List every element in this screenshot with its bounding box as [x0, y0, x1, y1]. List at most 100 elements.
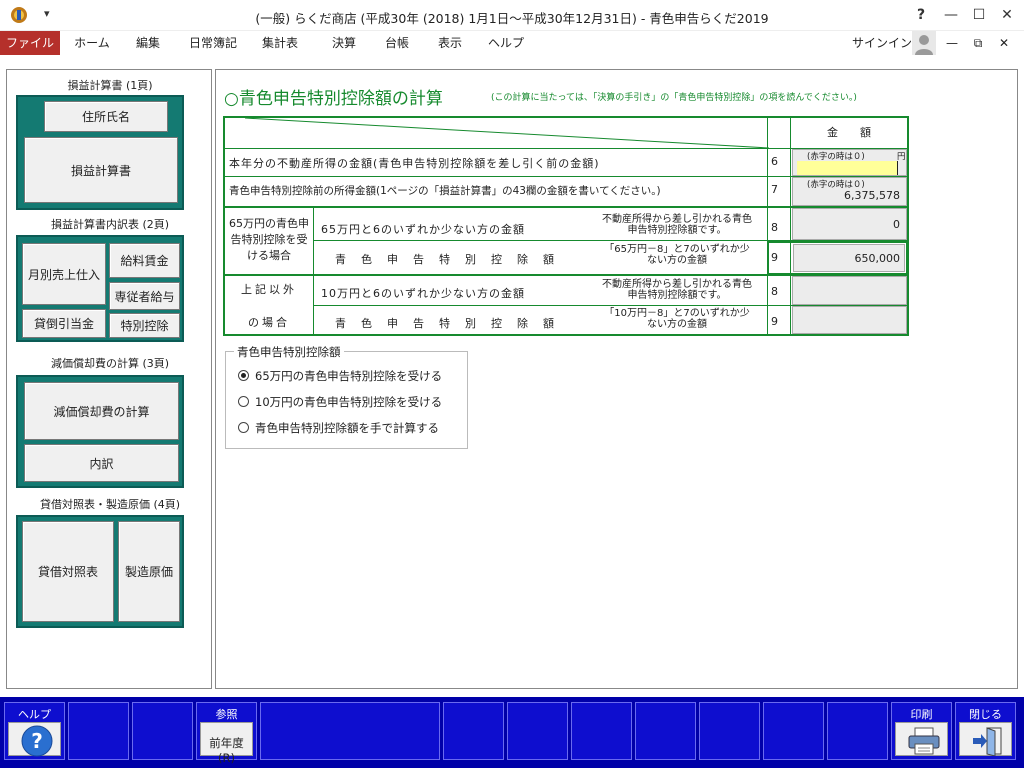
close-button[interactable]: ✕	[996, 5, 1018, 25]
fkey-slot-12[interactable]	[827, 702, 888, 760]
title-bar: ▾ (一般) らくだ商店 (平成30年 (2018) 1月1日～平成30年12月…	[0, 0, 1024, 31]
signin-link[interactable]: サインイン	[852, 31, 912, 55]
fkey-slot-6[interactable]	[443, 702, 504, 760]
header-diagonal	[244, 118, 769, 148]
income-statement-button[interactable]: 損益計算書	[24, 137, 178, 203]
ribbon-minimize-button[interactable]: —	[942, 31, 962, 55]
family-employee-salary-button[interactable]: 専従者給与	[109, 282, 180, 310]
section-title-balance-sheet: 貸借対照表・製造原価 (4頁)	[39, 498, 181, 511]
option-manual-row[interactable]: 青色申告特別控除額を手で計算する	[238, 420, 463, 436]
close-face[interactable]	[959, 722, 1012, 756]
section-box-income-statement: 住所氏名 損益計算書	[16, 95, 184, 210]
menu-ledger[interactable]: 台帳	[375, 31, 419, 55]
option-10-label[interactable]: 10万円の青色申告特別控除を受ける	[255, 394, 442, 410]
sidebar-panel: 損益計算書 (1頁) 住所氏名 損益計算書 損益計算書内訳表 (2頁) 月別売上…	[6, 69, 212, 689]
manufacturing-cost-button[interactable]: 製造原価	[118, 521, 180, 622]
row8b-amount-cell[interactable]	[792, 276, 907, 305]
avatar[interactable]	[912, 31, 936, 55]
printer-icon	[908, 727, 940, 755]
section-box-depreciation: 減価償却費の計算 内訳	[16, 375, 184, 488]
prev-year-label[interactable]: 前年度(R)	[201, 735, 252, 765]
fkey-slot-7[interactable]	[507, 702, 568, 760]
fkey-slot-2[interactable]	[68, 702, 129, 760]
question-icon: ?	[21, 725, 53, 757]
fkey-slot-11[interactable]	[763, 702, 824, 760]
section-title-breakdown: 損益計算書内訳表 (2頁)	[50, 218, 170, 231]
amount-header: 金 額	[827, 126, 871, 139]
row9a-note: 「65万円－8」と7のいずれか少ない方の金額	[604, 244, 750, 266]
option-manual-label[interactable]: 青色申告特別控除額を手で計算する	[255, 420, 439, 436]
balance-sheet-button[interactable]: 貸借対照表	[22, 521, 114, 622]
salaries-button[interactable]: 給料賃金	[109, 243, 180, 278]
options-group-title: 青色申告特別控除額	[234, 344, 344, 360]
row7-amount-value[interactable]: 6,375,578	[844, 189, 900, 202]
row9a-amount-value[interactable]: 650,000	[855, 252, 901, 265]
row8b-label: 10万円と6のいずれか少ない方の金額	[321, 287, 525, 300]
menu-view[interactable]: 表示	[428, 31, 472, 55]
menu-closing[interactable]: 決算	[322, 31, 366, 55]
address-name-button[interactable]: 住所氏名	[44, 101, 168, 132]
fkey-slot-3[interactable]	[132, 702, 193, 760]
row9a-label: 青 色 申 告 特 別 控 除 額	[335, 253, 556, 266]
row7-label: 青色申告特別控除前の所得金額(1ページの「損益計算書」の43欄の金額を書いてくだ…	[229, 185, 661, 197]
row8a-amount-value[interactable]: 0	[893, 218, 900, 231]
menu-help[interactable]: ヘルプ	[482, 31, 530, 55]
group-65-label: 65万円の青色申告特別控除を受ける場合	[229, 217, 309, 262]
menu-file[interactable]: ファイル	[0, 31, 60, 55]
main-panel: ○青色申告特別控除額の計算 (この計算に当たっては、「決算の手引き」の「青色申告…	[215, 69, 1018, 689]
menu-summary[interactable]: 集計表	[256, 31, 304, 55]
reference-caption: 参照	[215, 708, 238, 721]
maximize-button[interactable]: ☐	[968, 5, 990, 25]
menu-daily-bookkeeping[interactable]: 日常簿記	[182, 31, 244, 55]
ribbon-close-button[interactable]: ✕	[994, 31, 1014, 55]
option-65-radio[interactable]	[238, 370, 249, 381]
option-65-row[interactable]: 65万円の青色申告特別控除を受ける	[238, 368, 463, 384]
svg-text:?: ?	[31, 729, 43, 753]
print-face[interactable]	[895, 722, 948, 756]
row8b-note: 不動産所得から差し引かれる青色申告特別控除額です。	[602, 279, 752, 301]
group-other-label-1: 上記以外	[241, 283, 297, 296]
form-heading: ○青色申告特別控除額の計算	[224, 89, 443, 109]
help-fkey[interactable]: ヘルプ ?	[4, 702, 65, 760]
fkey-slot-8[interactable]	[571, 702, 632, 760]
depreciation-detail-button[interactable]: 内訳	[24, 444, 179, 482]
option-65-label[interactable]: 65万円の青色申告特別控除を受ける	[255, 368, 442, 384]
print-fkey[interactable]: 印刷	[891, 702, 952, 760]
ribbon-restore-button[interactable]: ⧉	[968, 31, 988, 55]
row9b-amount-cell[interactable]	[792, 306, 907, 334]
function-toolbar: ヘルプ ? 参照 前年度(R) 印刷 閉じる	[0, 697, 1024, 768]
menu-home[interactable]: ホーム	[68, 31, 116, 55]
close-caption: 閉じる	[969, 708, 1002, 721]
prev-year-button[interactable]: 前年度(R)	[200, 722, 253, 765]
menu-edit[interactable]: 編集	[126, 31, 170, 55]
deduction-options-group: 青色申告特別控除額 65万円の青色申告特別控除を受ける 10万円の青色申告特別控…	[225, 344, 468, 449]
close-fkey[interactable]: 閉じる	[955, 702, 1016, 760]
group-other-label-2: の場合	[248, 316, 290, 329]
row8a-amount-cell: 0	[792, 208, 907, 240]
row6-amount-cell: (赤字の時は０) 円	[792, 149, 907, 176]
row8a-note: 不動産所得から差し引かれる青色申告特別控除額です。	[602, 214, 752, 236]
help-face[interactable]: ?	[8, 722, 61, 757]
bad-debt-reserve-button[interactable]: 貸倒引当金	[22, 309, 106, 338]
help-icon[interactable]: ?	[910, 5, 932, 25]
option-10-radio[interactable]	[238, 396, 249, 407]
fkey-slot-9[interactable]	[635, 702, 696, 760]
reference-fkey[interactable]: 参照 前年度(R)	[196, 702, 257, 765]
row7-number: 7	[771, 183, 778, 196]
monthly-sales-purchases-button[interactable]: 月別売上仕入	[22, 243, 106, 305]
minimize-button[interactable]: —	[940, 5, 962, 25]
fkey-slot-10[interactable]	[699, 702, 760, 760]
deduction-form-table: 金 額 本年分の不動産所得の金額(青色申告特別控除額を差し引く前の金額) 6 (…	[223, 116, 909, 336]
option-10-row[interactable]: 10万円の青色申告特別控除を受ける	[238, 394, 463, 410]
depreciation-calc-button[interactable]: 減価償却費の計算	[24, 382, 179, 440]
form-note: (この計算に当たっては、「決算の手引き」の「青色申告特別控除」の項を読んでくださ…	[491, 93, 857, 103]
row9a-amount-cell: 650,000	[793, 244, 905, 272]
fkey-slot-5[interactable]	[260, 702, 440, 760]
row7-amount-cell: (赤字の時は０) 6,375,578	[792, 177, 907, 206]
section-title-depreciation: 減価償却費の計算 (3頁)	[50, 357, 170, 370]
window-title: (一般) らくだ商店 (平成30年 (2018) 1月1日～平成30年12月31…	[255, 11, 769, 26]
special-deduction-button[interactable]: 特別控除	[109, 313, 180, 338]
exit-door-icon	[973, 727, 1002, 756]
row6-amount-input[interactable]	[797, 161, 898, 175]
option-manual-radio[interactable]	[238, 422, 249, 433]
